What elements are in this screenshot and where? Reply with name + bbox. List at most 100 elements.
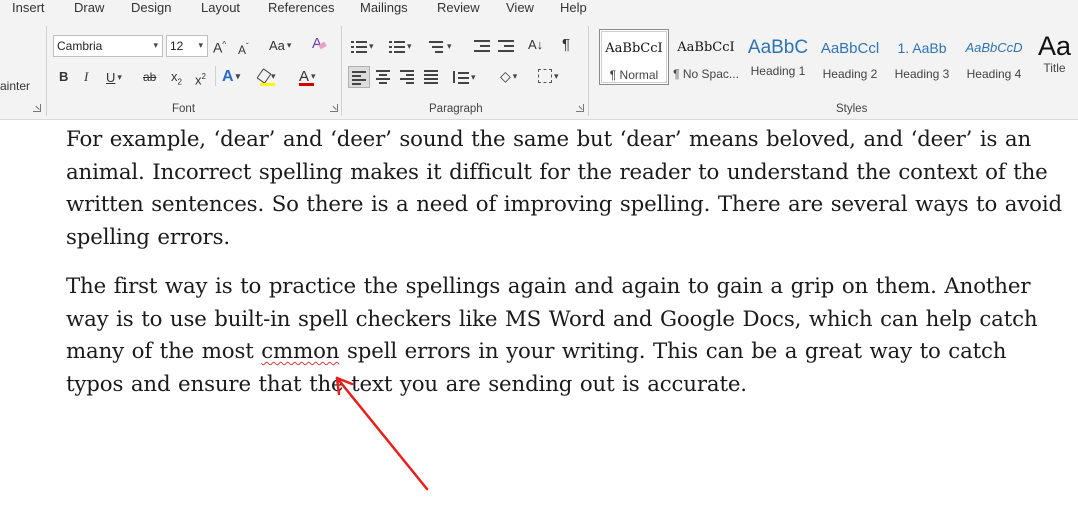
- text-run: spell errors in your writing. This can b…: [339, 339, 1007, 365]
- shading-button[interactable]: ◇ ▾: [500, 66, 517, 86]
- tab-view[interactable]: View: [506, 0, 534, 15]
- chevron-down-icon: ▾: [235, 71, 241, 81]
- style-heading-1[interactable]: AaBbC Heading 1: [743, 29, 813, 85]
- strikethrough-button[interactable]: ab: [143, 67, 156, 87]
- style-heading-4[interactable]: AaBbCcD Heading 4: [959, 29, 1029, 85]
- text-line: For example, ‘dear’ and ‘deer’ sound the…: [66, 127, 1032, 152]
- ribbon-tab-bar: Insert Draw Design Layout References Mai…: [0, 0, 1078, 18]
- font-dialog-launcher[interactable]: [330, 104, 338, 112]
- ribbon: Insert Draw Design Layout References Mai…: [0, 0, 1078, 120]
- multilevel-list-button[interactable]: ▾: [429, 36, 452, 57]
- style-name: ¶ Normal: [609, 68, 659, 82]
- paragraph-group-label: Paragraph: [429, 103, 483, 115]
- font-name-box[interactable]: Cambria ▾: [53, 35, 163, 57]
- caret-up-icon: ^: [222, 40, 227, 49]
- chevron-down-icon: ▾: [198, 40, 203, 50]
- tab-design[interactable]: Design: [131, 0, 171, 15]
- misspelled-word[interactable]: cmmon: [261, 339, 339, 364]
- borders-icon: [538, 69, 552, 83]
- tab-review[interactable]: Review: [437, 0, 480, 15]
- increase-indent-button[interactable]: [498, 36, 514, 56]
- paragraph-1[interactable]: For example, ‘dear’ and ‘deer’ sound the…: [66, 124, 1066, 254]
- tab-draw[interactable]: Draw: [74, 0, 104, 15]
- chevron-down-icon: ▾: [271, 71, 276, 81]
- style-no-spacing[interactable]: AaBbCcI ¶ No Spac...: [671, 29, 741, 85]
- group-separator: [588, 26, 589, 116]
- format-painter-button[interactable]: ainter: [0, 76, 30, 96]
- decrease-indent-button[interactable]: [474, 36, 490, 56]
- style-sample: AaBbC: [747, 37, 809, 58]
- line-spacing-icon: [453, 71, 469, 84]
- tab-references[interactable]: References: [268, 0, 334, 15]
- text-line: written sentences. So there is a need of…: [66, 192, 1062, 218]
- align-right-button[interactable]: [399, 66, 417, 88]
- numbering-button[interactable]: ▾: [389, 36, 412, 57]
- font-group-label: Font: [172, 103, 196, 115]
- group-separator: [341, 26, 342, 116]
- multilevel-list-icon: [429, 40, 445, 53]
- style-normal[interactable]: AaBbCcI ¶ Normal: [599, 29, 669, 85]
- shrink-font-button[interactable]: Aˇ: [238, 37, 249, 60]
- style-name: Heading 2: [822, 67, 878, 81]
- decrease-indent-icon: [474, 39, 490, 52]
- borders-button[interactable]: ▾: [538, 66, 559, 87]
- text-effects-button[interactable]: A ▾: [222, 66, 240, 87]
- bullets-icon: [351, 40, 367, 53]
- eraser-icon: [318, 41, 327, 50]
- style-title[interactable]: Aa Title: [1031, 29, 1078, 85]
- line-spacing-button[interactable]: ▾: [453, 67, 476, 88]
- subscript-2-glyph: 2: [177, 77, 182, 87]
- style-sample: 1. AaBb: [897, 40, 947, 56]
- bold-button[interactable]: B: [59, 67, 68, 87]
- tab-help[interactable]: Help: [560, 0, 587, 15]
- style-name: ¶ No Spac...: [673, 67, 739, 81]
- tab-insert[interactable]: Insert: [12, 0, 45, 15]
- justify-button[interactable]: [423, 66, 441, 88]
- superscript-button[interactable]: x2: [195, 67, 206, 90]
- shrink-font-label: A: [238, 43, 247, 57]
- chevron-down-icon: ▾: [471, 72, 476, 82]
- style-sample: AaBbCcD: [965, 40, 1023, 55]
- style-sample: AaBbCcI: [677, 40, 735, 55]
- align-left-button[interactable]: [348, 66, 370, 88]
- style-name: Title: [1043, 61, 1066, 75]
- document-page[interactable]: For example, ‘dear’ and ‘deer’ sound the…: [0, 121, 1078, 531]
- style-heading-2[interactable]: AaBbCcl Heading 2: [815, 29, 885, 85]
- chevron-down-icon: ▾: [311, 71, 316, 81]
- style-name: Heading 1: [750, 64, 806, 78]
- chevron-down-icon: ▾: [369, 41, 374, 51]
- text-line: animal. Incorrect spelling makes it diff…: [66, 159, 1048, 185]
- align-center-button[interactable]: [375, 66, 393, 88]
- highlighter-icon: [256, 68, 272, 84]
- styles-gallery: AaBbCcI ¶ Normal AaBbCcI ¶ No Spac... Aa…: [597, 27, 1078, 89]
- tab-mailings[interactable]: Mailings: [360, 0, 408, 15]
- show-formatting-button[interactable]: ¶: [562, 35, 570, 55]
- font-name-value: Cambria: [57, 39, 103, 53]
- style-heading-3[interactable]: 1. AaBb Heading 3: [887, 29, 957, 85]
- group-separator: [215, 66, 216, 86]
- tab-layout[interactable]: Layout: [201, 0, 240, 15]
- italic-button[interactable]: I: [84, 67, 88, 87]
- underline-button[interactable]: U ▾: [106, 67, 122, 88]
- sort-button[interactable]: A↓: [528, 35, 543, 55]
- font-color-button[interactable]: A ▾: [299, 66, 316, 87]
- paragraph-dialog-launcher[interactable]: [576, 104, 584, 112]
- highlight-color-button[interactable]: ▾: [256, 66, 276, 87]
- grow-font-button[interactable]: A^: [213, 35, 226, 58]
- style-name: Heading 4: [966, 67, 1022, 81]
- change-case-label: Aa: [269, 38, 285, 53]
- highlight-color-swatch: [260, 83, 275, 86]
- clipboard-dialog-launcher[interactable]: [33, 104, 41, 112]
- subscript-button[interactable]: x2: [171, 67, 182, 93]
- text-line: spelling errors.: [66, 224, 230, 250]
- text-line: The first way is to practice the spellin…: [66, 274, 1031, 299]
- superscript-2-glyph: 2: [201, 72, 206, 81]
- clear-formatting-icon[interactable]: A: [312, 34, 327, 54]
- style-sample: AaBbCcI: [605, 41, 663, 56]
- style-sample: AaBbCcl: [820, 40, 880, 57]
- change-case-button[interactable]: Aa ▾: [269, 35, 291, 56]
- bullets-button[interactable]: ▾: [351, 36, 374, 57]
- chevron-down-icon: ▾: [407, 41, 412, 51]
- paragraph-2[interactable]: The first way is to practice the spellin…: [66, 271, 1066, 401]
- font-size-box[interactable]: 12 ▾: [166, 35, 208, 57]
